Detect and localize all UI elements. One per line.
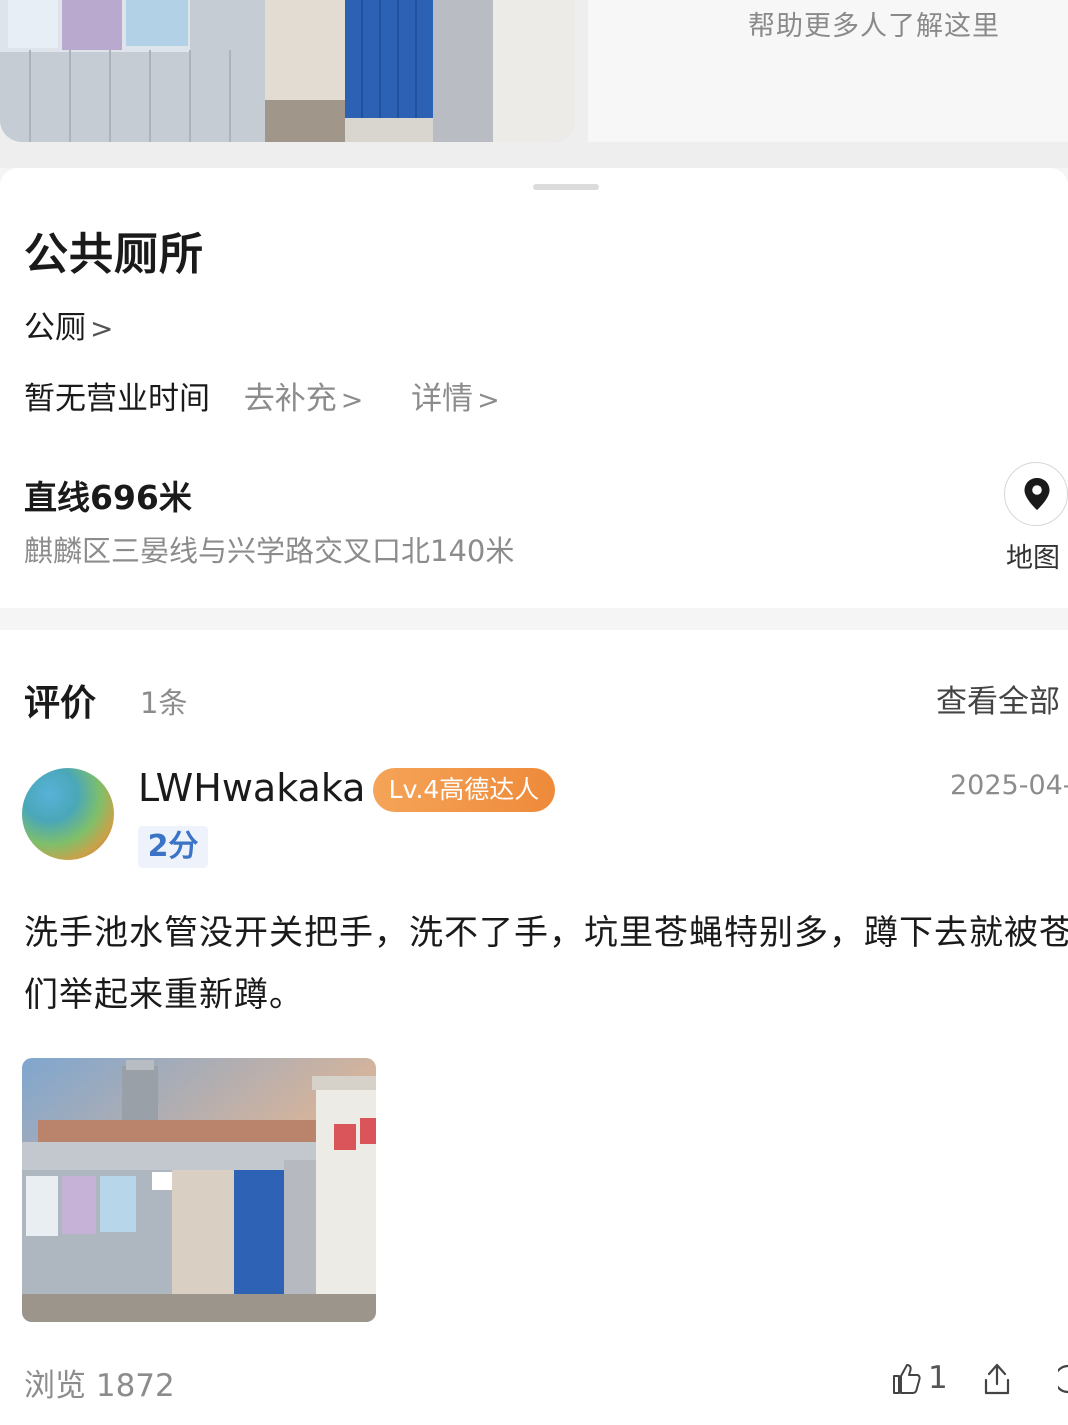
review-username[interactable]: LWHwakaka	[138, 766, 365, 810]
more-icon[interactable]	[1058, 1362, 1068, 1396]
drag-handle[interactable]	[533, 184, 599, 190]
add-info-link[interactable]: 去补充 >	[244, 381, 364, 417]
map-label[interactable]: 地图	[1006, 536, 1060, 575]
review-text: 洗手池水管没开关把手，洗不了手，坑里苍蝇特别多，蹲下去就被苍蝇们举起来重新蹲。	[24, 913, 1068, 1015]
view-count: 浏览 1872	[24, 1368, 175, 1404]
like-count: 1	[928, 1360, 948, 1396]
chevron-right-icon: >	[340, 385, 364, 416]
see-all-link[interactable]: 查看全部	[936, 676, 1060, 721]
user-level-badge: Lv.4高德达人	[373, 768, 555, 812]
distance-text: 直线696米	[24, 478, 192, 517]
chevron-right-icon: >	[90, 312, 114, 345]
poi-category-link[interactable]: 公厕 >	[24, 302, 113, 347]
hours-text: 暂无营业时间	[24, 381, 210, 417]
reviews-section: 评价 1条 查看全部 LWHwakaka Lv.4高德达人 2025-04- 2…	[0, 630, 1068, 1425]
share-icon[interactable]	[980, 1362, 1014, 1396]
details-label: 详情	[411, 381, 474, 417]
reviews-count: 1条	[140, 686, 188, 720]
map-button[interactable]	[1004, 462, 1068, 526]
add-info-label: 去补充	[243, 381, 337, 417]
poi-photo[interactable]	[0, 0, 575, 142]
address-text: 麒麟区三晏线与兴学路交叉口北140米	[24, 534, 515, 568]
review-date: 2025-04-	[950, 770, 1068, 801]
poi-title: 公共厕所	[24, 229, 204, 280]
review-score: 2分	[138, 826, 208, 868]
poi-info-card: 公共厕所 公厕 > 暂无营业时间 去补充 > 详情 > 直线696米 麒麟区三晏线与兴…	[0, 168, 1068, 608]
hours-row: 暂无营业时间 去补充 > 详情 >	[24, 373, 500, 418]
help-more-text[interactable]: 帮助更多人了解这里	[748, 4, 1000, 43]
poi-category-label: 公厕	[24, 310, 86, 346]
thumbs-up-icon[interactable]	[890, 1362, 922, 1396]
location-pin-icon	[1024, 478, 1050, 510]
top-section: 帮助更多人了解这里	[0, 0, 1068, 168]
reviews-title: 评价	[24, 683, 97, 724]
avatar[interactable]	[22, 768, 114, 860]
chevron-right-icon: >	[477, 385, 500, 416]
review-photo[interactable]	[22, 1058, 376, 1322]
details-link[interactable]: 详情 >	[411, 381, 500, 417]
